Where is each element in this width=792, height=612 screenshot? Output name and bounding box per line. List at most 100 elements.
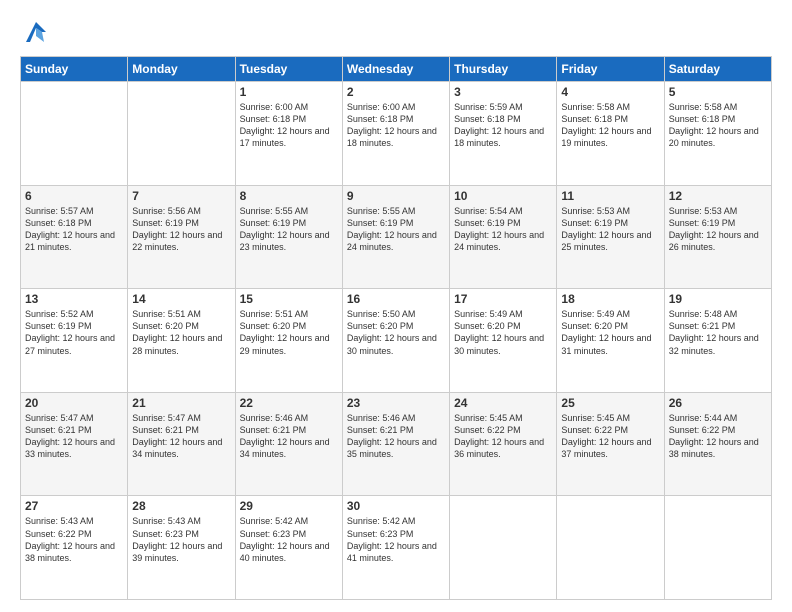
day-info: Sunrise: 5:49 AM Sunset: 6:20 PM Dayligh… <box>561 308 659 357</box>
day-info: Sunrise: 5:43 AM Sunset: 6:23 PM Dayligh… <box>132 515 230 564</box>
day-info: Sunrise: 5:43 AM Sunset: 6:22 PM Dayligh… <box>25 515 123 564</box>
calendar-header-thursday: Thursday <box>450 57 557 82</box>
day-info: Sunrise: 5:45 AM Sunset: 6:22 PM Dayligh… <box>561 412 659 461</box>
day-number: 28 <box>132 499 230 513</box>
day-info: Sunrise: 5:45 AM Sunset: 6:22 PM Dayligh… <box>454 412 552 461</box>
day-info: Sunrise: 5:42 AM Sunset: 6:23 PM Dayligh… <box>347 515 445 564</box>
calendar-cell: 19 Sunrise: 5:48 AM Sunset: 6:21 PM Dayli… <box>664 289 771 393</box>
calendar-cell <box>664 496 771 600</box>
day-number: 25 <box>561 396 659 410</box>
calendar-cell: 27 Sunrise: 5:43 AM Sunset: 6:22 PM Dayli… <box>21 496 128 600</box>
day-number: 6 <box>25 189 123 203</box>
day-number: 4 <box>561 85 659 99</box>
calendar-cell: 25 Sunrise: 5:45 AM Sunset: 6:22 PM Dayli… <box>557 392 664 496</box>
day-info: Sunrise: 5:55 AM Sunset: 6:19 PM Dayligh… <box>240 205 338 254</box>
day-number: 11 <box>561 189 659 203</box>
day-info: Sunrise: 5:54 AM Sunset: 6:19 PM Dayligh… <box>454 205 552 254</box>
calendar-header-friday: Friday <box>557 57 664 82</box>
day-info: Sunrise: 5:48 AM Sunset: 6:21 PM Dayligh… <box>669 308 767 357</box>
day-info: Sunrise: 5:46 AM Sunset: 6:21 PM Dayligh… <box>240 412 338 461</box>
day-info: Sunrise: 5:50 AM Sunset: 6:20 PM Dayligh… <box>347 308 445 357</box>
calendar-cell: 2Sunrise: 6:00 AM Sunset: 6:18 PM Daylig… <box>342 82 449 186</box>
calendar-cell: 1 Sunrise: 6:00 AM Sunset: 6:18 PM Daylig… <box>235 82 342 186</box>
calendar-cell: 28 Sunrise: 5:43 AM Sunset: 6:23 PM Dayli… <box>128 496 235 600</box>
day-number: 10 <box>454 189 552 203</box>
day-info: Sunrise: 6:00 AM Sunset: 6:18 PM Dayligh… <box>240 101 338 150</box>
day-number: 24 <box>454 396 552 410</box>
calendar-cell: 23 Sunrise: 5:46 AM Sunset: 6:21 PM Dayli… <box>342 392 449 496</box>
calendar-cell: 4 Sunrise: 5:58 AM Sunset: 6:18 PM Daylig… <box>557 82 664 186</box>
day-number: 9 <box>347 189 445 203</box>
day-info: Sunrise: 5:47 AM Sunset: 6:21 PM Dayligh… <box>25 412 123 461</box>
calendar-cell: 30Sunrise: 5:42 AM Sunset: 6:23 PM Dayli… <box>342 496 449 600</box>
calendar-cell: 29 Sunrise: 5:42 AM Sunset: 6:23 PM Dayli… <box>235 496 342 600</box>
day-number: 13 <box>25 292 123 306</box>
calendar-week-5: 27 Sunrise: 5:43 AM Sunset: 6:22 PM Dayli… <box>21 496 772 600</box>
calendar-header-row: SundayMondayTuesdayWednesdayThursdayFrid… <box>21 57 772 82</box>
calendar-cell: 18 Sunrise: 5:49 AM Sunset: 6:20 PM Dayli… <box>557 289 664 393</box>
day-number: 5 <box>669 85 767 99</box>
calendar-cell: 14Sunrise: 5:51 AM Sunset: 6:20 PM Dayli… <box>128 289 235 393</box>
day-number: 29 <box>240 499 338 513</box>
calendar-cell: 26 Sunrise: 5:44 AM Sunset: 6:22 PM Dayli… <box>664 392 771 496</box>
day-info: Sunrise: 5:52 AM Sunset: 6:19 PM Dayligh… <box>25 308 123 357</box>
calendar-cell: 15 Sunrise: 5:51 AM Sunset: 6:20 PM Dayli… <box>235 289 342 393</box>
calendar-week-2: 6 Sunrise: 5:57 AM Sunset: 6:18 PM Daylig… <box>21 185 772 289</box>
day-number: 15 <box>240 292 338 306</box>
day-info: Sunrise: 5:58 AM Sunset: 6:18 PM Dayligh… <box>669 101 767 150</box>
day-number: 17 <box>454 292 552 306</box>
day-number: 26 <box>669 396 767 410</box>
day-number: 18 <box>561 292 659 306</box>
day-info: Sunrise: 5:57 AM Sunset: 6:18 PM Dayligh… <box>25 205 123 254</box>
day-info: Sunrise: 5:51 AM Sunset: 6:20 PM Dayligh… <box>132 308 230 357</box>
calendar-cell: 22 Sunrise: 5:46 AM Sunset: 6:21 PM Dayli… <box>235 392 342 496</box>
logo <box>20 18 50 46</box>
day-info: Sunrise: 5:44 AM Sunset: 6:22 PM Dayligh… <box>669 412 767 461</box>
day-info: Sunrise: 5:58 AM Sunset: 6:18 PM Dayligh… <box>561 101 659 150</box>
calendar-header-wednesday: Wednesday <box>342 57 449 82</box>
calendar-cell: 20 Sunrise: 5:47 AM Sunset: 6:21 PM Dayli… <box>21 392 128 496</box>
calendar-header-sunday: Sunday <box>21 57 128 82</box>
day-info: Sunrise: 5:53 AM Sunset: 6:19 PM Dayligh… <box>669 205 767 254</box>
day-info: Sunrise: 5:49 AM Sunset: 6:20 PM Dayligh… <box>454 308 552 357</box>
day-number: 22 <box>240 396 338 410</box>
logo-icon <box>22 18 50 46</box>
day-info: Sunrise: 5:56 AM Sunset: 6:19 PM Dayligh… <box>132 205 230 254</box>
calendar-cell <box>557 496 664 600</box>
day-number: 1 <box>240 85 338 99</box>
day-number: 20 <box>25 396 123 410</box>
calendar-table: SundayMondayTuesdayWednesdayThursdayFrid… <box>20 56 772 600</box>
calendar-cell: 13 Sunrise: 5:52 AM Sunset: 6:19 PM Dayli… <box>21 289 128 393</box>
calendar-cell: 12 Sunrise: 5:53 AM Sunset: 6:19 PM Dayli… <box>664 185 771 289</box>
calendar-week-3: 13 Sunrise: 5:52 AM Sunset: 6:19 PM Dayli… <box>21 289 772 393</box>
calendar-cell: 6 Sunrise: 5:57 AM Sunset: 6:18 PM Daylig… <box>21 185 128 289</box>
day-number: 2 <box>347 85 445 99</box>
day-info: Sunrise: 5:46 AM Sunset: 6:21 PM Dayligh… <box>347 412 445 461</box>
day-info: Sunrise: 5:55 AM Sunset: 6:19 PM Dayligh… <box>347 205 445 254</box>
calendar-cell <box>128 82 235 186</box>
calendar-cell: 7 Sunrise: 5:56 AM Sunset: 6:19 PM Daylig… <box>128 185 235 289</box>
header <box>20 18 772 46</box>
day-info: Sunrise: 5:53 AM Sunset: 6:19 PM Dayligh… <box>561 205 659 254</box>
calendar-cell: 10 Sunrise: 5:54 AM Sunset: 6:19 PM Dayli… <box>450 185 557 289</box>
day-info: Sunrise: 5:47 AM Sunset: 6:21 PM Dayligh… <box>132 412 230 461</box>
calendar-header-saturday: Saturday <box>664 57 771 82</box>
calendar-cell: 16Sunrise: 5:50 AM Sunset: 6:20 PM Dayli… <box>342 289 449 393</box>
day-number: 23 <box>347 396 445 410</box>
calendar-cell: 21 Sunrise: 5:47 AM Sunset: 6:21 PM Dayli… <box>128 392 235 496</box>
calendar-cell: 5 Sunrise: 5:58 AM Sunset: 6:18 PM Daylig… <box>664 82 771 186</box>
calendar-cell: 11 Sunrise: 5:53 AM Sunset: 6:19 PM Dayli… <box>557 185 664 289</box>
calendar-cell <box>21 82 128 186</box>
day-info: Sunrise: 5:42 AM Sunset: 6:23 PM Dayligh… <box>240 515 338 564</box>
calendar-cell: 9 Sunrise: 5:55 AM Sunset: 6:19 PM Daylig… <box>342 185 449 289</box>
day-number: 7 <box>132 189 230 203</box>
day-number: 21 <box>132 396 230 410</box>
day-info: Sunrise: 5:59 AM Sunset: 6:18 PM Dayligh… <box>454 101 552 150</box>
day-number: 8 <box>240 189 338 203</box>
day-number: 19 <box>669 292 767 306</box>
calendar-header-monday: Monday <box>128 57 235 82</box>
calendar-cell: 8 Sunrise: 5:55 AM Sunset: 6:19 PM Daylig… <box>235 185 342 289</box>
day-number: 12 <box>669 189 767 203</box>
day-number: 27 <box>25 499 123 513</box>
day-info: Sunrise: 5:51 AM Sunset: 6:20 PM Dayligh… <box>240 308 338 357</box>
